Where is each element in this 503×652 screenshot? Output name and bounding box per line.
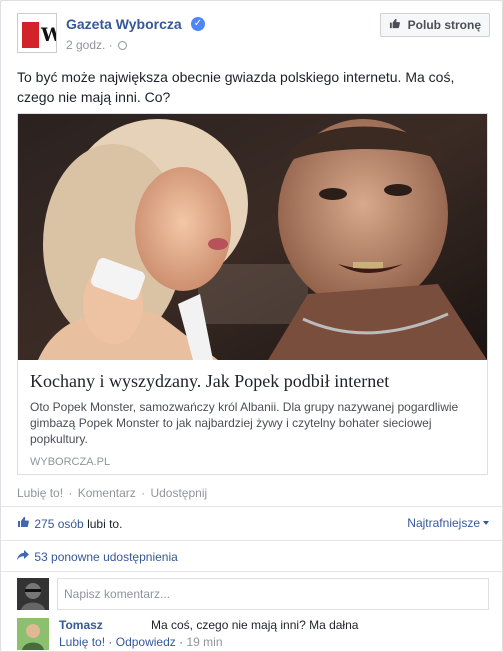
link-description: Oto Popek Monster, samozwańczy król Alba… (30, 400, 459, 446)
shares-link[interactable]: 53 ponowne udostępnienia (17, 550, 178, 564)
chevron-down-icon (483, 521, 489, 525)
comment-item: Tomasz Ma coś, czego nie mają inni? Ma d… (17, 616, 489, 652)
action-separator: · (141, 486, 146, 500)
post-card: W Gazeta Wyborcza ✓ 2 godz. · Polub stro… (0, 0, 503, 652)
link-preview-image[interactable] (18, 114, 487, 360)
like-action[interactable]: Lubię to! (17, 486, 63, 500)
current-user-avatar[interactable] (17, 578, 49, 610)
link-preview-body: Kochany i wyszydzany. Jak Popek podbił i… (30, 370, 478, 468)
post-meta: 2 godz. · (66, 38, 128, 52)
divider (1, 540, 502, 541)
comment-action[interactable]: Komentarz (78, 486, 136, 500)
comment-like-action[interactable]: Lubię to! (59, 635, 105, 649)
divider (1, 571, 502, 572)
comment-author-link[interactable]: Tomasz (59, 618, 103, 632)
comment-text: Ma coś, czego nie mają inni? Ma dałna (151, 618, 359, 632)
page-name-link[interactable]: Gazeta Wyborcza (66, 16, 182, 32)
globe-icon (118, 41, 128, 50)
action-separator: · (108, 635, 116, 649)
likes-count-link[interactable]: 275 osób (34, 517, 83, 531)
post-actions: Lubię to! · Komentarz · Udostępnij (17, 486, 207, 500)
post-text: To być może największa obecnie gwiazda p… (17, 69, 455, 105)
sort-label: Najtrafniejsze (407, 516, 480, 530)
post-timestamp[interactable]: 2 godz. (66, 38, 105, 52)
likes-row: 275 osób lubi to. Najtrafniejsze (17, 516, 489, 534)
like-page-button[interactable]: Polub stronę (380, 13, 490, 37)
like-count-icon (17, 516, 31, 531)
action-separator: · (68, 486, 73, 500)
share-icon (17, 550, 31, 564)
thumbs-up-icon (389, 15, 401, 37)
shares-count: 53 ponowne udostępnienia (34, 550, 178, 564)
share-action[interactable]: Udostępnij (150, 486, 207, 500)
comment-input[interactable]: Napisz komentarz... (57, 578, 489, 610)
link-preview[interactable]: Kochany i wyszydzany. Jak Popek podbił i… (17, 113, 488, 475)
link-domain: WYBORCZA.PL (30, 456, 111, 468)
divider (1, 506, 502, 507)
like-page-label: Polub stronę (407, 18, 481, 32)
meta-dot: · (108, 38, 117, 52)
comment-timestamp[interactable]: 19 min (186, 635, 222, 649)
commenter-avatar[interactable] (17, 618, 49, 650)
link-title[interactable]: Kochany i wyszydzany. Jak Popek podbił i… (30, 370, 478, 392)
post-header: W Gazeta Wyborcza ✓ 2 godz. · Polub stro… (17, 13, 490, 57)
page-avatar[interactable]: W (17, 13, 57, 53)
verified-badge-icon: ✓ (191, 17, 205, 31)
comment-sort-dropdown[interactable]: Najtrafniejsze (407, 516, 489, 530)
logo-letter: W (41, 24, 56, 46)
comment-composer: Napisz komentarz... (17, 578, 489, 610)
logo-red-block (22, 22, 39, 48)
likes-suffix: lubi to. (87, 517, 123, 531)
comment-actions: Lubię to! · Odpowiedz · 19 min (59, 635, 223, 649)
comment-reply-action[interactable]: Odpowiedz (116, 635, 176, 649)
